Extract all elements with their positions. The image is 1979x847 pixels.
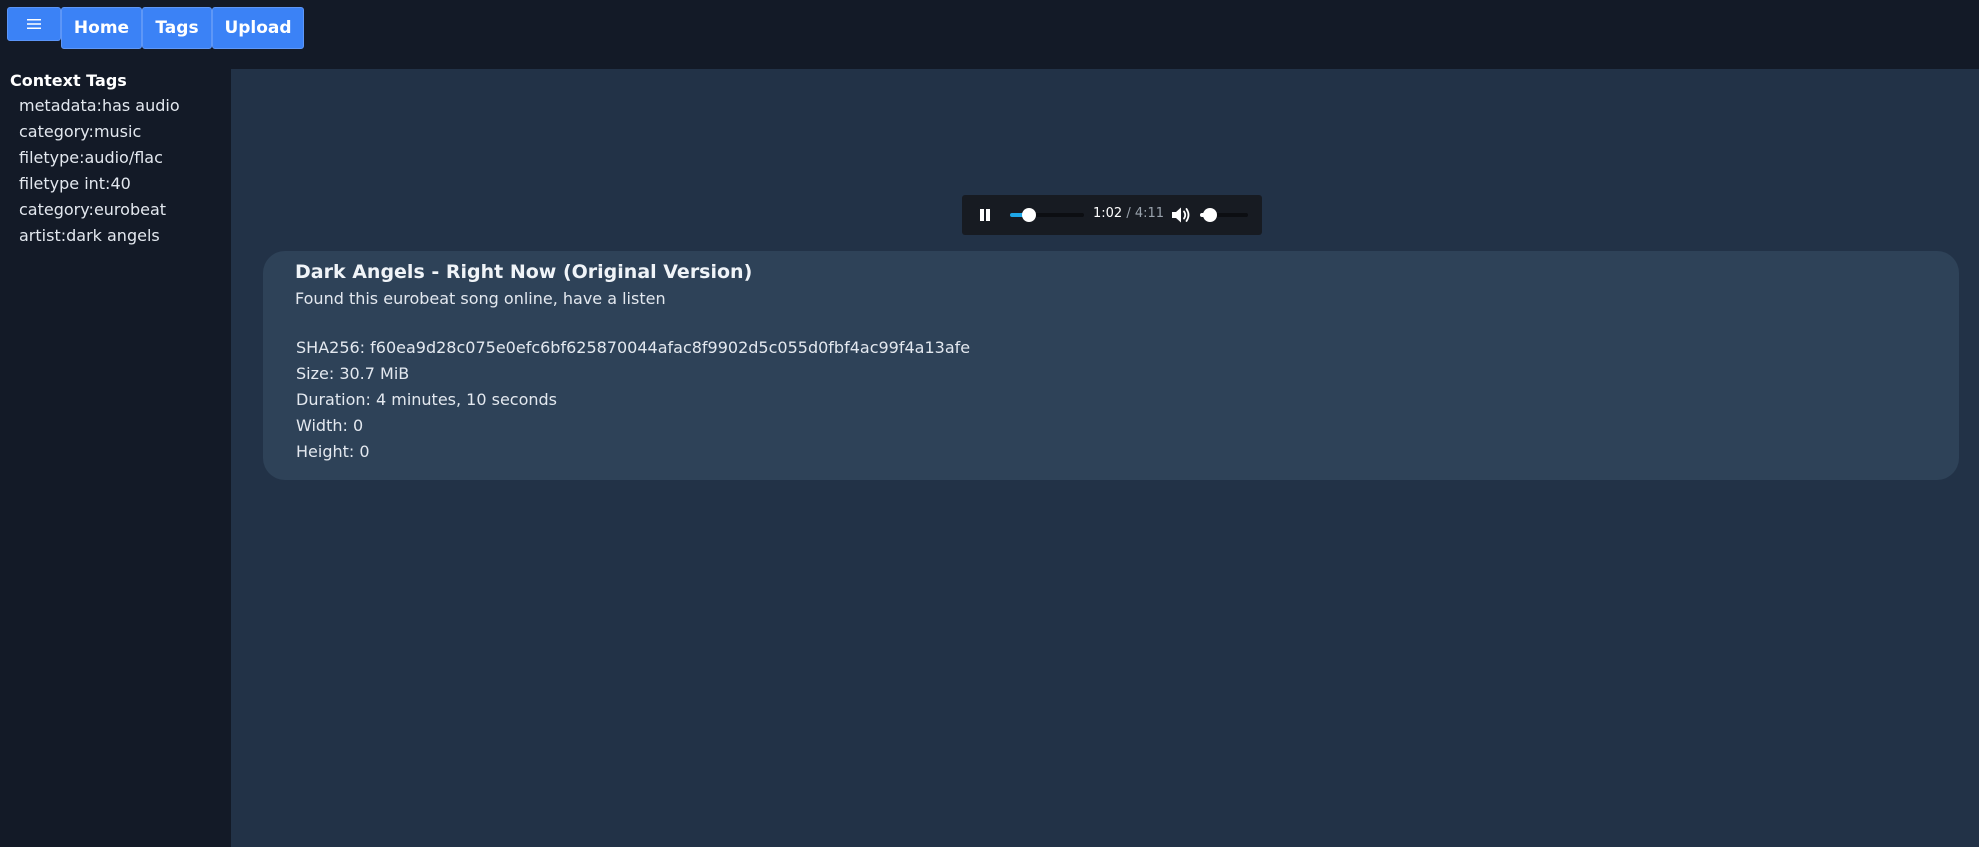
context-tag-item[interactable]: artist:dark angels: [19, 226, 180, 252]
menu-button[interactable]: [7, 7, 61, 41]
metadata-list: SHA256: f60ea9d28c075e0efc6bf625870044af…: [296, 338, 970, 468]
context-tag-item[interactable]: category:eurobeat: [19, 200, 180, 226]
context-tag-item[interactable]: filetype:audio/flac: [19, 148, 180, 174]
total-time: 4:11: [1134, 206, 1165, 221]
audio-player[interactable]: 1:02 / 4:11: [962, 195, 1262, 235]
seek-handle[interactable]: [1021, 208, 1036, 222]
metadata-height: Height: 0: [296, 442, 370, 461]
main-nav: Home Tags Upload: [61, 7, 304, 49]
metadata-width: Width: 0: [296, 416, 364, 435]
context-tag-item[interactable]: category:music: [19, 122, 180, 148]
pause-icon[interactable]: [979, 208, 991, 222]
nav-home-button[interactable]: Home: [61, 7, 142, 49]
sidebar-title: Context Tags: [10, 71, 127, 90]
metadata-duration: Duration: 4 minutes, 10 seconds: [296, 390, 558, 409]
time-separator: /: [1122, 206, 1135, 221]
media-description: Found this eurobeat song online, have a …: [295, 289, 666, 308]
speaker-volume-icon[interactable]: [1171, 206, 1191, 224]
metadata-size: Size: 30.7 MiB: [296, 364, 410, 383]
context-tag-item[interactable]: filetype int:40: [19, 174, 180, 200]
seek-slider[interactable]: [1010, 208, 1084, 222]
volume-slider[interactable]: [1200, 208, 1248, 222]
media-info-card: Dark Angels - Right Now (Original Versio…: [263, 251, 1959, 480]
nav-upload-button[interactable]: Upload: [212, 7, 304, 49]
time-display: 1:02 / 4:11: [1093, 206, 1164, 221]
metadata-sha256: SHA256: f60ea9d28c075e0efc6bf625870044af…: [296, 338, 971, 357]
context-tag-list: metadata:has audio category:music filety…: [19, 96, 180, 252]
media-title: Dark Angels - Right Now (Original Versio…: [295, 261, 753, 283]
context-tag-item[interactable]: metadata:has audio: [19, 96, 180, 122]
top-bar: Home Tags Upload: [0, 0, 1979, 69]
nav-tags-button[interactable]: Tags: [142, 7, 212, 49]
current-time: 1:02: [1093, 206, 1123, 221]
hamburger-menu-icon: [27, 19, 41, 29]
volume-handle[interactable]: [1202, 208, 1217, 222]
sidebar: Context Tags metadata:has audio category…: [0, 69, 231, 847]
main-content: 1:02 / 4:11 Dark Angels - Right Now (Ori…: [231, 69, 1979, 847]
